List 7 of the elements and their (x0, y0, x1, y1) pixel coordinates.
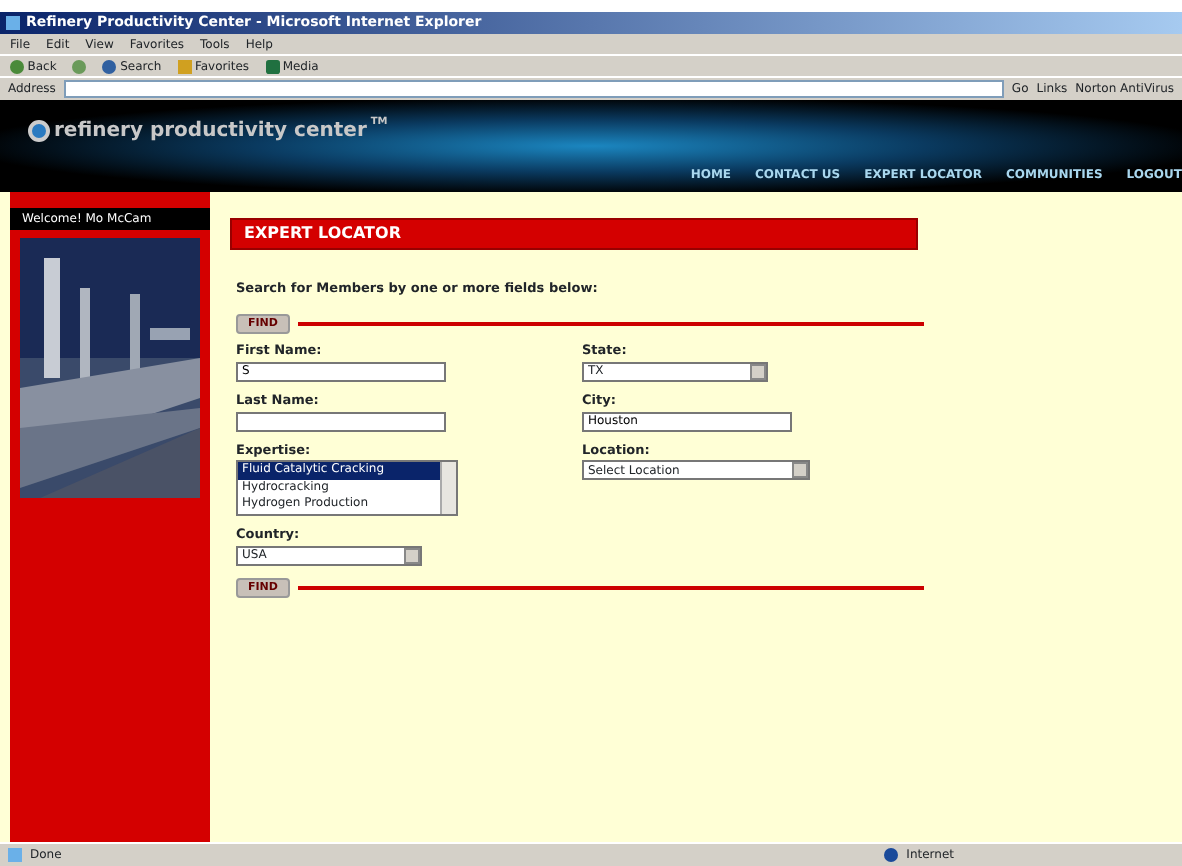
globe-icon (884, 848, 899, 862)
logo-icon (28, 120, 50, 142)
section-heading: EXPERT LOCATOR (230, 218, 918, 250)
text-field[interactable] (236, 411, 446, 431)
address-field[interactable] (63, 80, 1004, 98)
scrollbar[interactable] (440, 462, 456, 514)
site-logo[interactable]: refinery productivity center (54, 116, 367, 146)
